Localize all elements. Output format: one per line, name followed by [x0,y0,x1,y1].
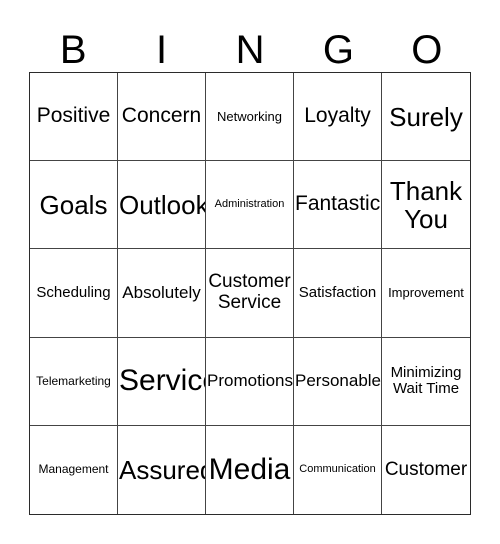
bingo-cell-r3c2[interactable]: Absolutely [118,249,206,338]
bingo-cell-label: Assured [119,454,206,485]
bingo-cell-label: Improvement [388,284,464,300]
bingo-cell-r2c4[interactable]: Fantastic [294,161,382,250]
bingo-cell-r3c4[interactable]: Satisfaction [294,249,382,338]
bingo-cell-label: Service [119,364,205,397]
bingo-cell-label: Communication [299,462,376,475]
bingo-cell-label: Minimizing Wait Time [390,364,462,398]
bingo-cell-label: Administration [214,197,285,210]
bingo-cell-label: Telemarketing [36,373,111,388]
bingo-header-letter-i: I [156,28,168,72]
bingo-cell-label: Management [38,462,109,477]
bingo-header-letter-n: N [235,28,265,72]
bingo-header-letter-b: B [59,28,87,72]
bingo-cell-r1c4[interactable]: Loyalty [294,73,382,162]
bingo-cell-r2c1[interactable]: Goals [30,161,118,250]
bingo-cell-r4c1[interactable]: Telemarketing [30,337,118,426]
bingo-header-letter-o: O [411,28,443,72]
bingo-grid: Positive Concern Networking Loyalty Sure… [29,72,471,515]
bingo-cell-label: Media [208,452,291,486]
bingo-cell-r5c4[interactable]: Communication [294,425,382,514]
bingo-cell-r1c5[interactable]: Surely [382,73,470,162]
bingo-cell-label: Fantastic [295,192,381,216]
bingo-cell-label: Surely [389,101,463,132]
bingo-header-letter-g: G [322,28,354,72]
bingo-cell-r3c3[interactable]: Customer Service [206,249,294,338]
bingo-cell-r3c5[interactable]: Improvement [382,249,470,338]
bingo-cell-r2c3[interactable]: Administration [206,161,294,250]
bingo-cell-label: Scheduling [36,283,111,301]
bingo-cell-r4c4[interactable]: Personable [294,337,382,426]
bingo-cell-label: Satisfaction [298,283,377,301]
bingo-card: B I N G O Positive Concern Networking Lo… [0,0,500,544]
bingo-cell-r4c3[interactable]: Promotions [206,337,294,426]
bingo-cell-r5c5[interactable]: Customer [382,425,470,514]
bingo-cell-r5c3[interactable]: Media [206,425,294,514]
bingo-cell-label: Concern [121,104,202,128]
bingo-cell-label: Customer [384,458,468,480]
bingo-cell-label: Outlook [119,189,206,220]
bingo-cell-r1c2[interactable]: Concern [118,73,206,162]
bingo-cell-label: Goals [39,189,108,220]
bingo-cell-r3c1[interactable]: Scheduling [30,249,118,338]
bingo-cell-r1c1[interactable]: Positive [30,73,118,162]
bingo-cell-label: Networking [216,108,283,124]
bingo-cell-label: Customer Service [208,271,291,313]
bingo-cell-r5c1[interactable]: Management [30,425,118,514]
bingo-cell-r4c2[interactable]: Service [118,337,206,426]
bingo-cell-label: Thank You [389,175,463,234]
bingo-cell-r1c3[interactable]: Networking [206,73,294,162]
bingo-cell-r5c2[interactable]: Assured [118,425,206,514]
bingo-cell-label: Promotions [207,371,293,391]
bingo-cell-label: Loyalty [304,104,371,128]
bingo-header: B I N G O [29,18,471,72]
bingo-cell-label: Personable [295,371,382,391]
bingo-cell-label: Absolutely [122,282,201,302]
bingo-cell-label: Positive [36,104,111,128]
bingo-cell-r2c2[interactable]: Outlook [118,161,206,250]
bingo-cell-r4c5[interactable]: Minimizing Wait Time [382,337,470,426]
bingo-cell-r2c5[interactable]: Thank You [382,161,470,250]
